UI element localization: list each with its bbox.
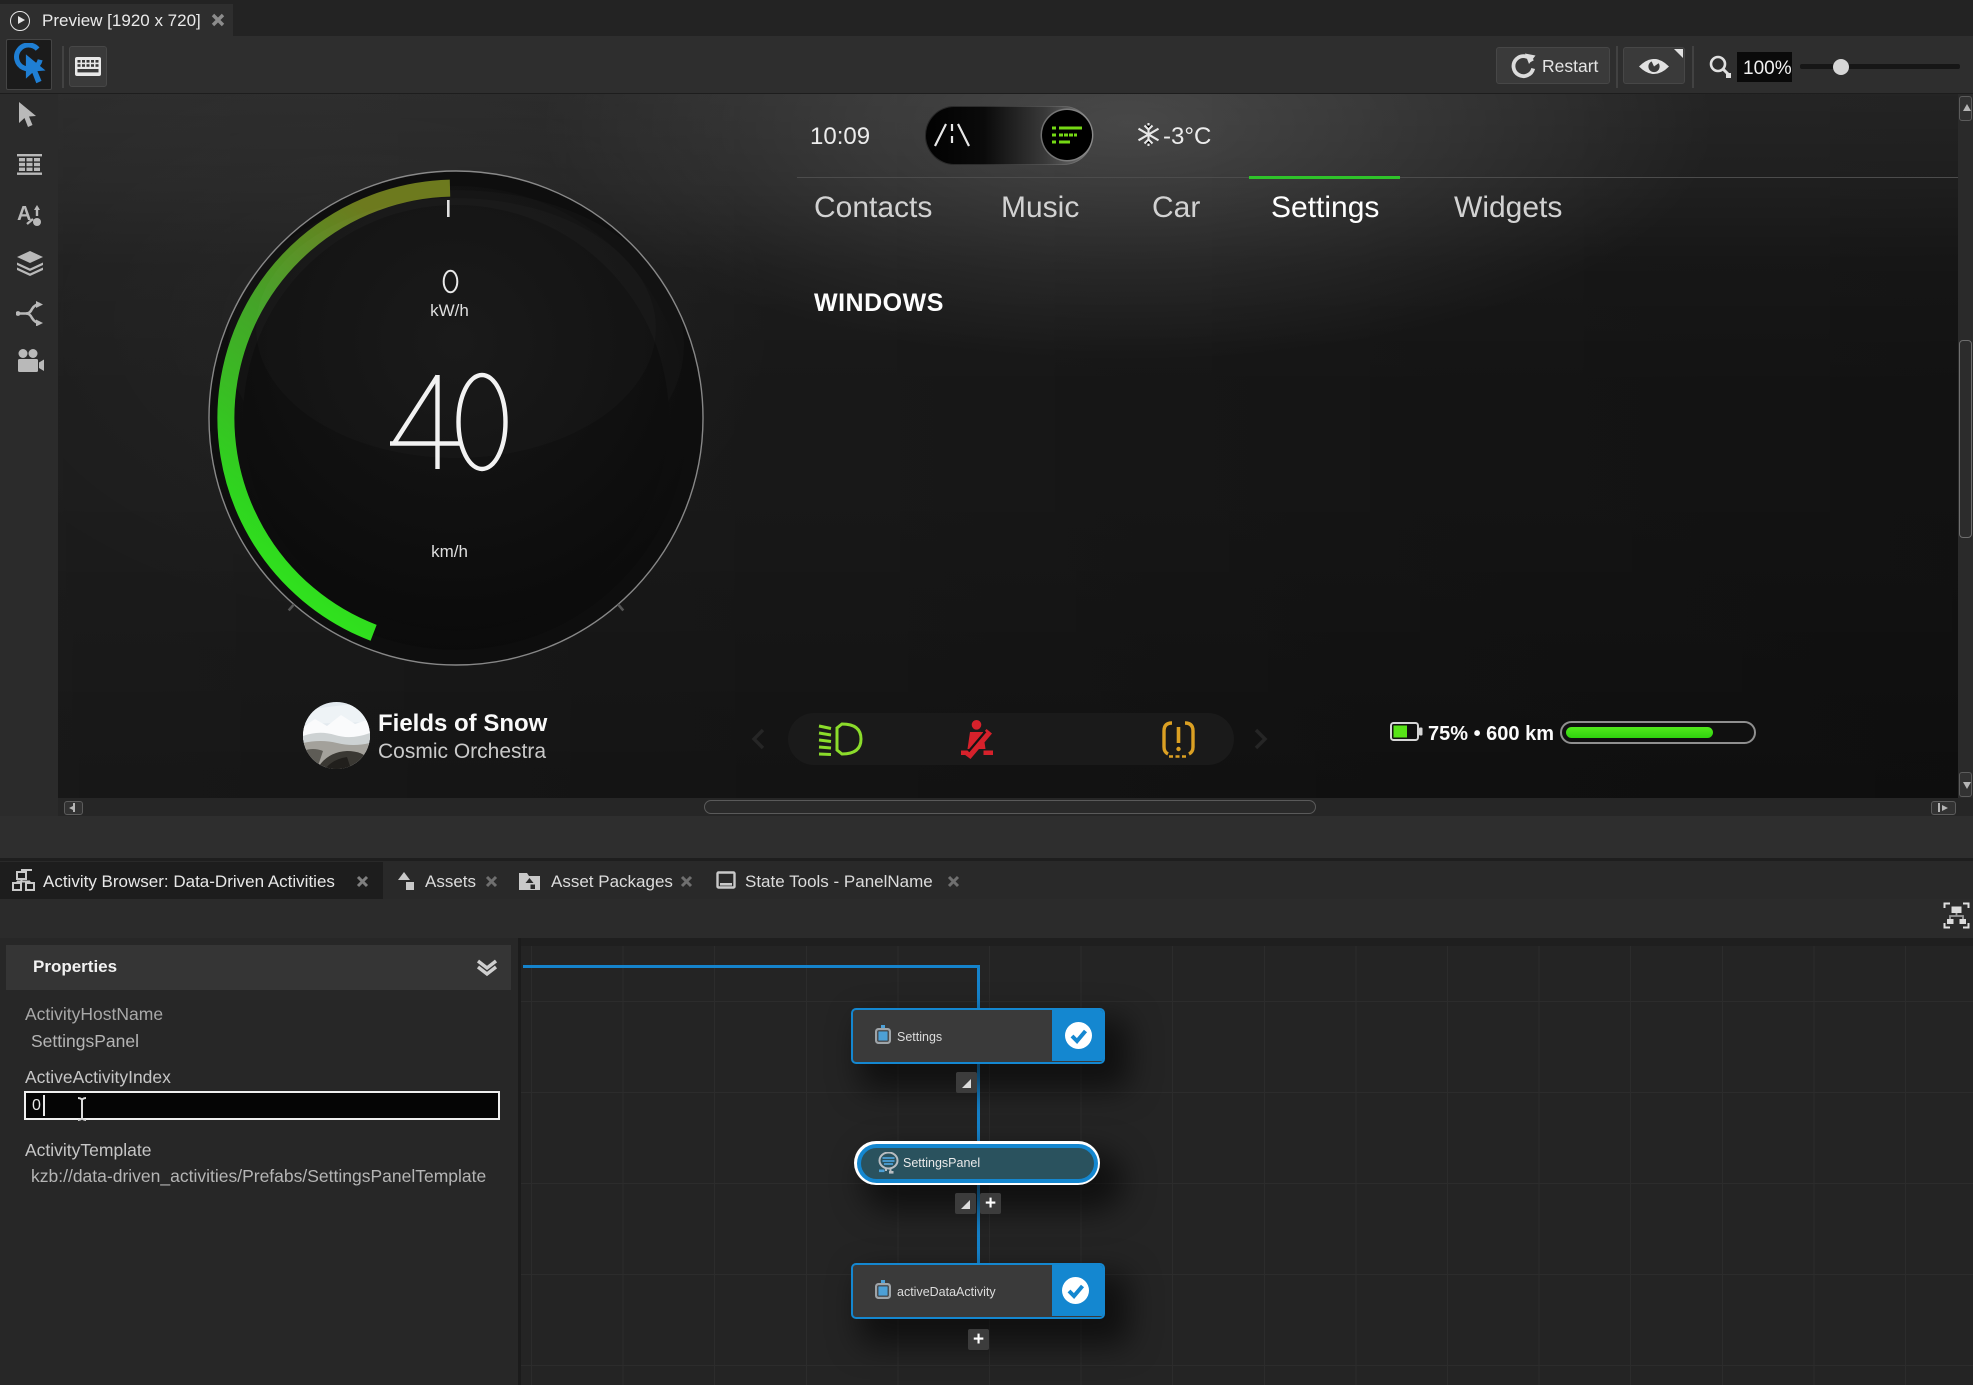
svg-text:kW/h: kW/h xyxy=(430,301,469,320)
svg-text:km/h: km/h xyxy=(431,542,468,561)
